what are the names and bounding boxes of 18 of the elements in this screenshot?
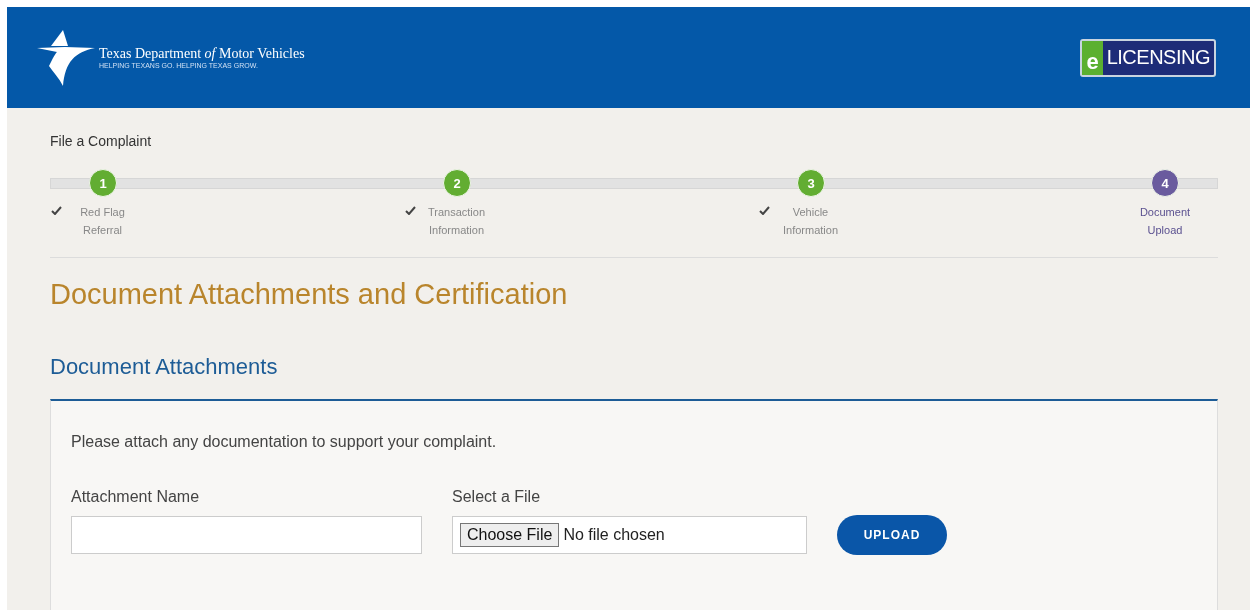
breadcrumb: File a Complaint: [50, 132, 153, 149]
section-title: Document Attachments: [50, 354, 279, 380]
step-label: Document Upload: [1138, 205, 1192, 238]
upload-button[interactable]: UPLOAD: [837, 515, 947, 555]
step-label: Transaction Information: [426, 205, 487, 238]
file-picker-field[interactable]: Choose File No file chosen: [452, 516, 807, 554]
choose-file-button[interactable]: Choose File: [460, 523, 560, 547]
file-status: No file chosen: [563, 526, 665, 544]
step-label: Red Flag Referral: [79, 205, 126, 238]
page-title: Document Attachments and Certification: [50, 278, 569, 311]
instructions: Please attach any documentation to support your complaint.: [71, 433, 498, 451]
step-label: Vehicle Information: [782, 205, 839, 238]
attachment-name-field[interactable]: [71, 516, 422, 554]
field-label: Select a File: [452, 488, 542, 506]
agency-name: Texas Department of Motor Vehicles: [99, 46, 305, 62]
licensing-logo: e LICENSING: [1080, 38, 1216, 77]
field-label: Attachment Name: [71, 488, 201, 506]
step-number[interactable]: 4: [1151, 169, 1179, 197]
